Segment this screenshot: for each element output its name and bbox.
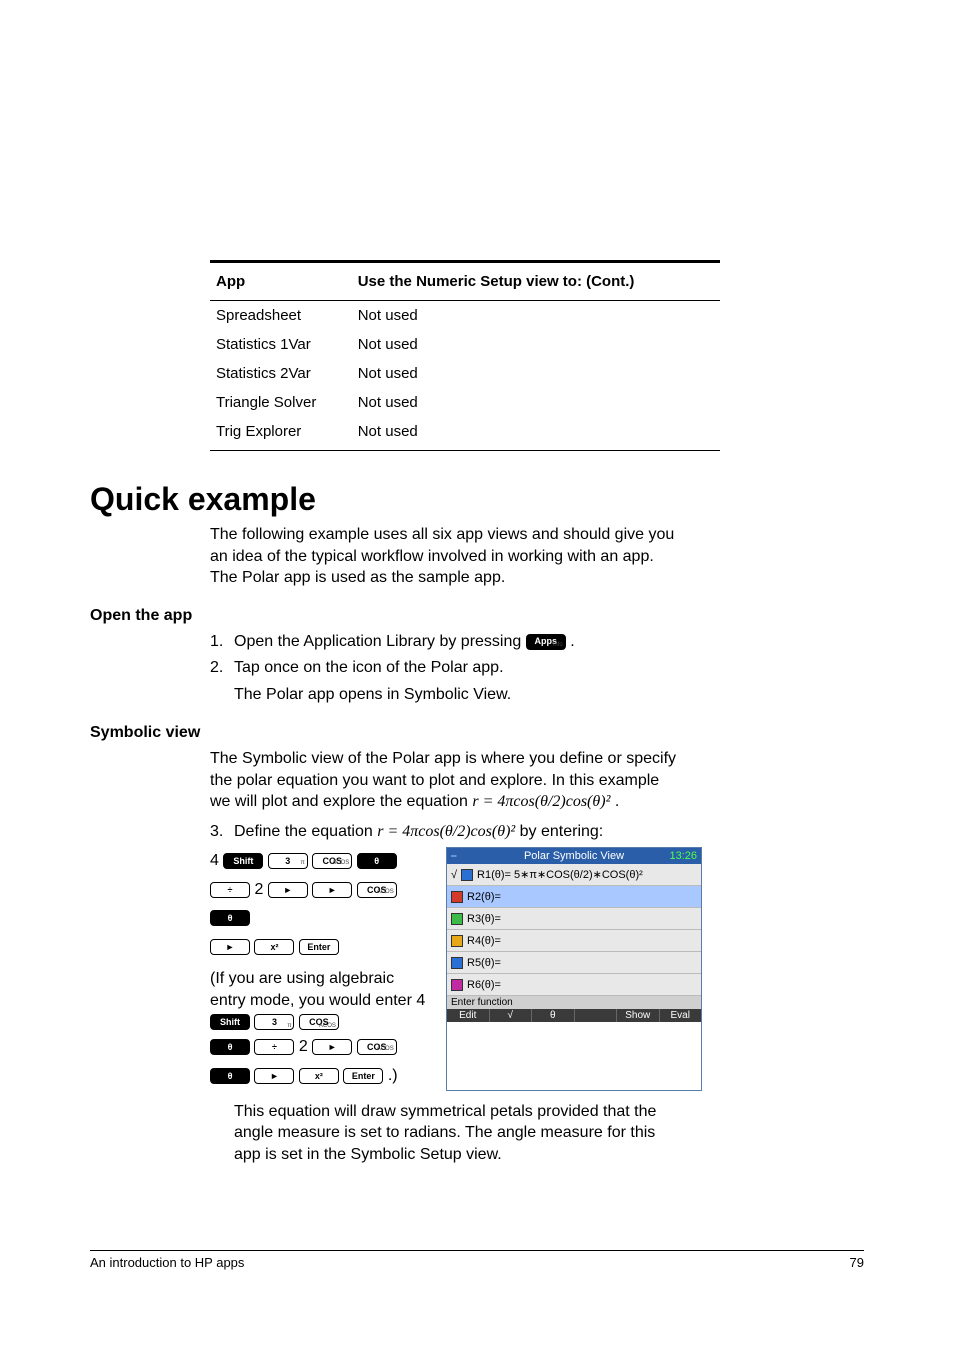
shift-key-icon: Shift [210, 1014, 250, 1030]
calculator-row-r4: R4(θ)= [447, 930, 701, 952]
table-row: Triangle Solver Not used [210, 388, 720, 417]
cell: Not used [352, 417, 720, 451]
step-3: 3. Define the equation r = 4πcos(θ/2)cos… [210, 821, 690, 843]
page-footer: An introduction to HP apps 79 [90, 1250, 864, 1270]
table-header-app: App [210, 262, 352, 301]
equation-inline-2: r = 4πcos(θ/2)cos(θ)² [377, 823, 515, 840]
cos-key-icon: COSACOS [299, 1014, 339, 1030]
step-2-follow: The Polar app opens in Symbolic View. [210, 684, 690, 706]
table-row: Spreadsheet Not used [210, 301, 720, 331]
right-arrow-key-icon: ► [312, 882, 352, 898]
section-heading-quick-example: Quick example [90, 481, 864, 518]
step-1-text: Open the Application Library by pressing [234, 633, 526, 650]
three-pi-key-icon: 3π [268, 853, 308, 869]
cell: Not used [352, 359, 720, 388]
right-arrow-key-icon: ► [254, 1068, 294, 1084]
divide-key-icon: ÷ [210, 882, 250, 898]
x-squared-key-icon: x² [254, 939, 294, 955]
cell: Statistics 2Var [210, 359, 352, 388]
calculator-row-r2: R2(θ)= [447, 886, 701, 908]
calculator-row-r6: R6(θ)= [447, 974, 701, 996]
footer-page-number: 79 [850, 1255, 864, 1270]
side-heading-open-the-app: Open the app [90, 607, 864, 625]
step-1: 1. Open the Application Library by press… [210, 631, 690, 653]
table-row: Statistics 1Var Not used [210, 330, 720, 359]
key-sequence: 4 Shift 3π COSACOS θ ÷ 2 ► ► COSACOS θ ►… [210, 847, 430, 1091]
apps-key-icon: AppsInfo [526, 634, 566, 650]
divide-key-icon: ÷ [254, 1039, 294, 1055]
step-1-end: . [570, 633, 574, 650]
cos-key-icon: COSACOS [357, 882, 397, 898]
table-header-desc: Use the Numeric Setup view to: (Cont.) [352, 262, 720, 301]
cell: Not used [352, 301, 720, 331]
table-row: Trig Explorer Not used [210, 417, 720, 451]
numeric-setup-table: App Use the Numeric Setup view to: (Cont… [210, 260, 720, 451]
theta-key-icon: θ [357, 853, 397, 869]
cell: Triangle Solver [210, 388, 352, 417]
calculator-status: Enter function [447, 996, 701, 1009]
footer-chapter-title: An introduction to HP apps [90, 1255, 244, 1270]
cos-key-icon: COSACOS [357, 1039, 397, 1055]
calculator-softkeys: Edit √ θ Show Eval [447, 1009, 701, 1022]
symbolic-paragraph: The Symbolic view of the Polar app is wh… [210, 748, 680, 813]
after-paragraph: This equation will draw symmetrical peta… [234, 1101, 684, 1166]
intro-paragraph: The following example uses all six app v… [210, 524, 680, 589]
theta-key-icon: θ [210, 910, 250, 926]
page: App Use the Numeric Setup view to: (Cont… [0, 0, 954, 1350]
cell: Trig Explorer [210, 417, 352, 451]
cell: Spreadsheet [210, 301, 352, 331]
cos-key-icon: COSACOS [312, 853, 352, 869]
equation-inline: r = 4πcos(θ/2)cos(θ)² [472, 793, 610, 810]
cell: Statistics 1Var [210, 330, 352, 359]
three-pi-key-icon: 3π [254, 1014, 294, 1030]
step-2: 2. Tap once on the icon of the Polar app… [210, 657, 690, 679]
cell: Not used [352, 330, 720, 359]
calculator-screenshot: ⎯ Polar Symbolic View 13:26 √ R1(θ)= 5∗π… [446, 847, 702, 1091]
right-arrow-key-icon: ► [268, 882, 308, 898]
side-heading-symbolic-view: Symbolic view [90, 724, 864, 742]
theta-key-icon: θ [210, 1068, 250, 1084]
calculator-row-r5: R5(θ)= [447, 952, 701, 974]
theta-key-icon: θ [210, 1039, 250, 1055]
calculator-titlebar: ⎯ Polar Symbolic View 13:26 [447, 848, 701, 864]
cell: Not used [352, 388, 720, 417]
shift-key-icon: Shift [223, 853, 263, 869]
calculator-row-r1: √ R1(θ)= 5∗π∗COS(θ/2)∗COS(θ)² [447, 864, 701, 886]
enter-key-icon: Enter [299, 939, 339, 955]
right-arrow-key-icon: ► [312, 1039, 352, 1055]
right-arrow-key-icon: ► [210, 939, 250, 955]
table-row: Statistics 2Var Not used [210, 359, 720, 388]
enter-key-icon: Enter [343, 1068, 383, 1084]
calculator-row-r3: R3(θ)= [447, 908, 701, 930]
x-squared-key-icon: x² [299, 1068, 339, 1084]
